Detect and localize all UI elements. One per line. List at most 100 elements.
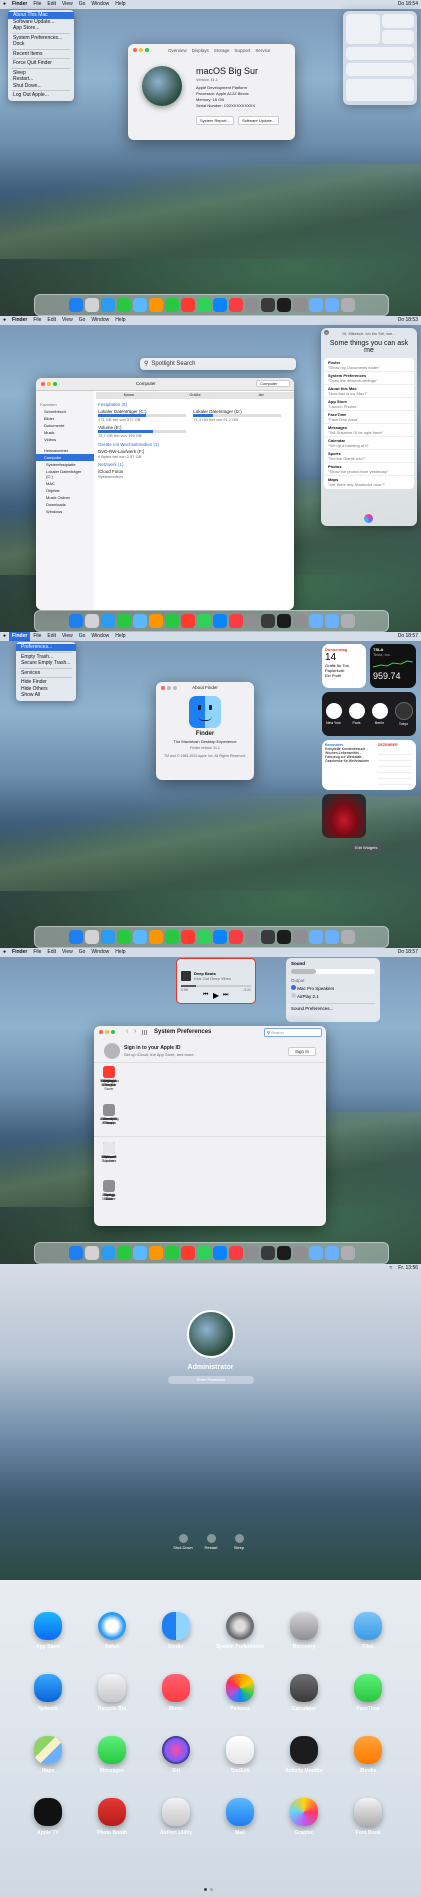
zoom-button[interactable]	[111, 1030, 115, 1034]
menu-edit[interactable]: Edit	[44, 948, 59, 957]
dock-app-icon[interactable]	[276, 1246, 291, 1260]
photo-booth-icon[interactable]	[98, 1798, 126, 1826]
drive-item[interactable]: Volume (E:) 75,7 GB frei von 199 GB	[98, 425, 186, 438]
sidebar-item[interactable]: Musik	[36, 429, 94, 436]
menu-item-shutdown[interactable]: Shut Down...	[8, 83, 74, 90]
menu-item-app-store[interactable]: App Store...	[8, 25, 74, 32]
column-name[interactable]: Name	[96, 392, 162, 399]
apple-icon[interactable]: ●	[0, 316, 9, 325]
tab-storage[interactable]: Storage	[214, 48, 230, 53]
menu-edit[interactable]: Edit	[44, 316, 59, 325]
dock-app-icon[interactable]	[164, 1246, 179, 1260]
apple-icon[interactable]: ●	[0, 0, 9, 9]
restart-button[interactable]: Restart	[201, 1534, 221, 1550]
dock-app-icon[interactable]	[116, 298, 131, 312]
dock-app-icon[interactable]	[196, 1246, 211, 1260]
dock-app-icon[interactable]	[148, 614, 163, 628]
system-report-button[interactable]: System Report...	[196, 116, 234, 125]
menu-item-preferences[interactable]: Preferences...	[16, 644, 76, 651]
dock-app-icon[interactable]	[244, 1246, 259, 1260]
dock-app-icon[interactable]	[276, 930, 291, 944]
menu-view[interactable]: View	[59, 0, 76, 9]
dock-app-icon[interactable]	[324, 1246, 339, 1260]
menu-file[interactable]: File	[30, 316, 44, 325]
tab-service[interactable]: Service	[255, 48, 270, 53]
dock-app-icon[interactable]	[100, 614, 115, 628]
now-playing-tile[interactable]	[346, 79, 414, 101]
folder-icon[interactable]	[354, 1612, 382, 1640]
dock-app-icon[interactable]	[196, 614, 211, 628]
display-slider[interactable]	[346, 47, 414, 60]
dock-app-icon[interactable]	[212, 930, 227, 944]
output-device[interactable]: Mac Pro Speakers	[291, 985, 375, 991]
siri-orb-icon[interactable]	[364, 514, 373, 523]
avatar[interactable]	[104, 1043, 120, 1059]
close-button[interactable]	[99, 1030, 103, 1034]
menu-file[interactable]: File	[30, 948, 44, 957]
zoom-button[interactable]	[145, 48, 149, 52]
tab-overview[interactable]: Overview	[168, 48, 187, 53]
dock-app-icon[interactable]	[228, 298, 243, 312]
siri-item[interactable]: Calendar "Set up a meeting at 9"	[324, 437, 414, 450]
dock-app-icon[interactable]	[132, 614, 147, 628]
minimize-button[interactable]	[105, 1030, 109, 1034]
menu-view[interactable]: View	[59, 948, 76, 957]
menu-item-services[interactable]: Services	[16, 670, 76, 677]
menu-help[interactable]: Help	[112, 632, 128, 641]
sidebar-item[interactable]: Objekte	[36, 487, 94, 494]
sidebar-item[interactable]: Schreibtisch	[36, 408, 94, 415]
siri-item[interactable]: Finder "Show my Documents folder"	[324, 359, 414, 372]
dock-app-icon[interactable]	[244, 930, 259, 944]
dock-app-icon[interactable]	[212, 614, 227, 628]
maps-icon[interactable]	[34, 1736, 62, 1764]
dock-app-icon[interactable]	[84, 1246, 99, 1260]
menu-window[interactable]: Window	[88, 0, 112, 9]
menu-item-recent[interactable]: Recent Items	[8, 51, 74, 58]
siri-item[interactable]: System Preferences "Open the network sett…	[324, 372, 414, 385]
dock-app-icon[interactable]	[292, 930, 307, 944]
volume-slider[interactable]	[291, 969, 375, 974]
apple-tv-icon[interactable]	[34, 1798, 62, 1826]
zoom-button[interactable]	[53, 382, 57, 386]
menu-go[interactable]: Go	[76, 632, 89, 641]
dock-app-icon[interactable]	[276, 298, 291, 312]
search-field[interactable]: ⚲ Search	[264, 1028, 322, 1037]
menu-help[interactable]: Help	[112, 0, 128, 9]
dock-app-icon[interactable]	[116, 930, 131, 944]
path-control[interactable]: Computer	[136, 381, 156, 386]
clock[interactable]: Do 18:53	[395, 316, 421, 325]
sign-in-button[interactable]: Sign In	[287, 1047, 316, 1056]
back-icon[interactable]: ‹	[126, 1028, 128, 1035]
spotlight-bar[interactable]: ⚲ Spotlight Search	[140, 358, 296, 370]
music-icon[interactable]	[162, 1674, 190, 1702]
sidebar-item[interactable]: Heimatordner	[36, 447, 94, 454]
sound-preferences-link[interactable]: Sound Preferences...	[291, 1003, 375, 1011]
photo-widget[interactable]	[322, 794, 366, 838]
dock-app-icon[interactable]	[340, 1246, 355, 1260]
sidebar-item[interactable]: MAC	[36, 480, 94, 487]
dock-app-icon[interactable]	[164, 298, 179, 312]
stocks-widget[interactable]: TSLA Tesla, Inc. 959.74	[370, 644, 416, 688]
dock-app-icon[interactable]	[292, 298, 307, 312]
menu-edit[interactable]: Edit	[44, 0, 59, 9]
column-kind[interactable]: Art	[228, 392, 294, 399]
siri-item[interactable]: Sports "Did the Giants win?"	[324, 450, 414, 463]
system-preferences-icon[interactable]	[226, 1612, 254, 1640]
clock[interactable]: Do 18:57	[395, 948, 421, 957]
dock-app-icon[interactable]	[180, 930, 195, 944]
dock-app-icon[interactable]	[212, 1246, 227, 1260]
dock-app-icon[interactable]	[228, 614, 243, 628]
dock-app-icon[interactable]	[84, 930, 99, 944]
clock[interactable]: Do 18:57	[395, 632, 421, 641]
forward-icon[interactable]: ›	[134, 1028, 136, 1035]
dock-app-icon[interactable]	[196, 298, 211, 312]
menu-window[interactable]: Window	[88, 316, 112, 325]
dock-app-icon[interactable]	[100, 1246, 115, 1260]
dock-app-icon[interactable]	[68, 614, 83, 628]
minimize-button[interactable]	[47, 382, 51, 386]
dock-app-icon[interactable]	[324, 298, 339, 312]
wifi-icon[interactable]: ≈	[387, 1264, 396, 1273]
dock-app-icon[interactable]	[340, 614, 355, 628]
menu-file[interactable]: File	[30, 0, 44, 9]
dock-app-icon[interactable]	[292, 614, 307, 628]
